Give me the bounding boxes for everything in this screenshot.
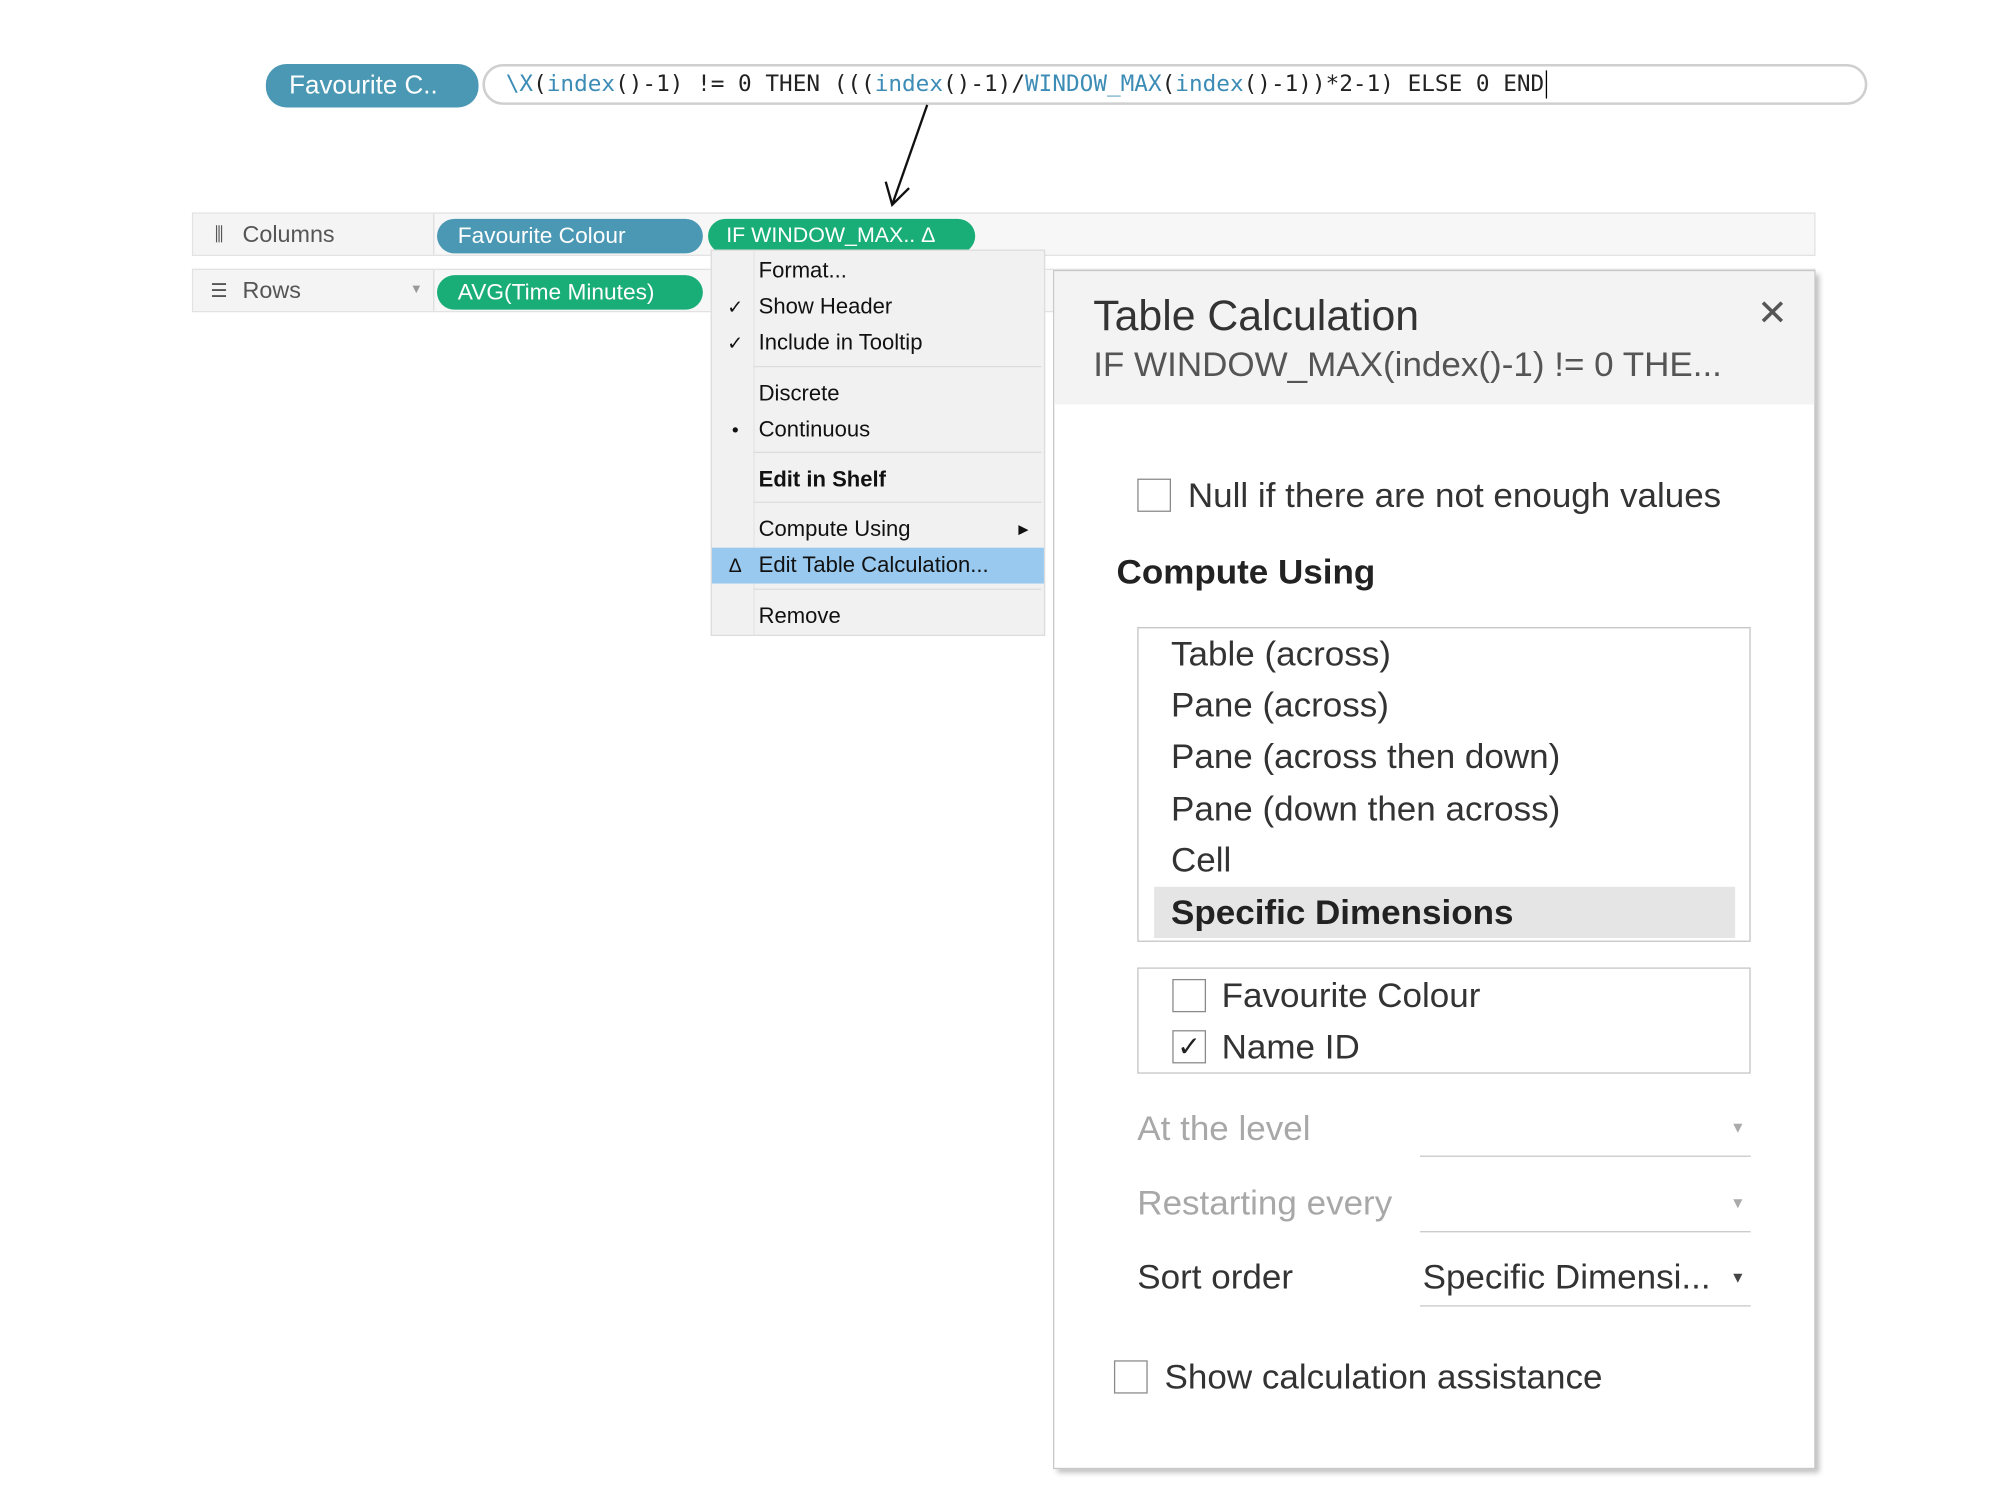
restarting-every-select[interactable]: ▼ xyxy=(1419,1181,1751,1233)
avg-time-minutes-pill[interactable]: AVG(Time Minutes) xyxy=(437,275,703,310)
menu-item-edit-in-shelf[interactable]: Edit in Shelf xyxy=(712,462,1044,498)
dimension-label: Favourite Colour xyxy=(1221,975,1481,1015)
show-calculation-assistance-checkbox[interactable] xyxy=(1113,1360,1148,1394)
compute-using-heading: Compute Using xyxy=(1116,552,1376,592)
dimensions-list: Favourite Colour ✓ Name ID xyxy=(1137,967,1751,1074)
close-icon[interactable]: ✕ xyxy=(1757,292,1787,334)
menu-item-edit-table-calculation[interactable]: Δ Edit Table Calculation... xyxy=(711,547,1044,584)
null-if-label: Null if there are not enough values xyxy=(1187,476,1722,515)
menu-item-label: Format... xyxy=(758,258,847,283)
menu-separator xyxy=(753,365,1042,368)
context-menu: Format... ✓ Show Header ✓ Include in Tooltip… xyxy=(710,249,1046,637)
null-if-checkbox[interactable] xyxy=(1137,478,1172,512)
menu-separator xyxy=(753,501,1042,503)
menu-item-label: Continuous xyxy=(758,417,871,442)
compute-option[interactable]: Table (across) xyxy=(1154,628,1735,679)
dimension-row[interactable]: Favourite Colour xyxy=(1172,970,1480,1021)
menu-item-continuous[interactable]: • Continuous xyxy=(712,412,1044,448)
table-calc-pill[interactable]: IF WINDOW_MAX.. Δ xyxy=(708,218,976,254)
checkmark-icon: ✓ xyxy=(727,332,744,355)
compute-option[interactable]: Pane (across then down) xyxy=(1154,732,1735,783)
restarting-every-label: Restarting every xyxy=(1137,1183,1393,1223)
dialog-title: Table Calculation xyxy=(1093,291,1420,340)
chevron-down-icon: ▼ xyxy=(1730,1193,1746,1212)
menu-item-label: Show Header xyxy=(758,294,893,319)
rows-shelf-label: ☰ Rows ▼ xyxy=(193,270,435,311)
menu-item-compute-using[interactable]: Compute Using ▶ xyxy=(712,512,1044,548)
compute-using-list[interactable]: Table (across) Pane (across) Pane (across … xyxy=(1137,627,1751,942)
compute-option[interactable]: Specific Dimensions xyxy=(1154,886,1736,939)
sort-order-select[interactable]: Specific Dimensi... ▼ xyxy=(1419,1255,1751,1307)
sort-order-label: Sort order xyxy=(1137,1257,1293,1297)
columns-shelf-label: ⫼ Columns xyxy=(193,213,435,255)
menu-item-label: Edit in Shelf xyxy=(758,467,887,492)
checkmark-icon: ✓ xyxy=(727,296,744,319)
compute-option[interactable]: Cell xyxy=(1154,835,1735,886)
rows-dropdown-icon[interactable]: ▼ xyxy=(410,283,423,297)
chevron-down-icon: ▼ xyxy=(1730,1118,1746,1137)
submenu-arrow-icon: ▶ xyxy=(1018,522,1029,537)
avg-time-minutes-pill-label: AVG(Time Minutes) xyxy=(457,278,655,305)
columns-icon: ⫼ xyxy=(214,223,224,246)
show-calculation-assistance-label: Show calculation assistance xyxy=(1164,1357,1603,1397)
delta-icon: Δ xyxy=(728,554,742,577)
table-calculation-dialog: Table Calculation IF WINDOW_MAX(index()-… xyxy=(1053,270,1816,1470)
bullet-icon: • xyxy=(731,419,739,441)
chevron-down-icon: ▼ xyxy=(1730,1268,1746,1287)
menu-item-format[interactable]: Format... xyxy=(712,253,1044,289)
menu-item-label: Edit Table Calculation... xyxy=(758,552,989,578)
menu-item-label: Remove xyxy=(758,604,841,629)
rows-label-text: Rows xyxy=(242,277,301,303)
dimension-row[interactable]: ✓ Name ID xyxy=(1172,1021,1360,1072)
menu-item-label: Compute Using xyxy=(758,516,911,542)
dimension-checkbox[interactable] xyxy=(1172,978,1207,1013)
columns-label-text: Columns xyxy=(242,220,335,247)
menu-separator xyxy=(753,451,1042,454)
menu-item-show-header[interactable]: ✓ Show Header xyxy=(712,289,1044,325)
menu-item-discrete[interactable]: Discrete xyxy=(712,376,1044,412)
rows-icon: ☰ xyxy=(210,280,228,303)
table-calc-pill-label: IF WINDOW_MAX.. Δ xyxy=(726,223,936,247)
compute-option[interactable]: Pane (across) xyxy=(1154,680,1735,731)
favourite-colour-pill-label: Favourite Colour xyxy=(457,222,626,249)
at-the-level-select[interactable]: ▼ xyxy=(1419,1106,1751,1157)
stage: Favourite C.. \X(index()-1) != 0 THEN ((… xyxy=(0,0,2010,1510)
menu-item-include-in-tooltip[interactable]: ✓ Include in Tooltip xyxy=(712,325,1044,361)
menu-item-label: Include in Tooltip xyxy=(758,330,923,355)
favourite-colour-pill[interactable]: Favourite Colour xyxy=(437,218,703,254)
sort-order-value: Specific Dimensi... xyxy=(1422,1257,1711,1297)
dimension-checkbox[interactable]: ✓ xyxy=(1172,1030,1207,1064)
dimension-label: Name ID xyxy=(1221,1026,1360,1066)
dialog-subtitle: IF WINDOW_MAX(index()-1) != 0 THE... xyxy=(1093,345,1722,384)
menu-item-remove[interactable]: Remove xyxy=(712,599,1044,635)
compute-option[interactable]: Pane (down then across) xyxy=(1154,783,1735,834)
menu-separator xyxy=(753,588,1042,590)
menu-item-label: Discrete xyxy=(758,381,840,406)
dialog-header: Table Calculation IF WINDOW_MAX(index()-… xyxy=(1054,271,1815,405)
at-the-level-label: At the level xyxy=(1137,1109,1311,1148)
